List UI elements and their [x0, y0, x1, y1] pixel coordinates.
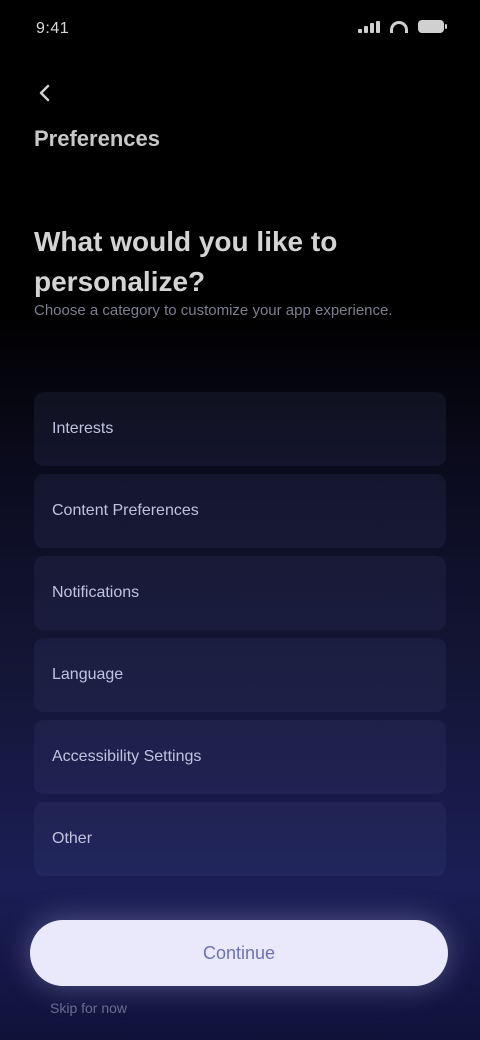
option-notifications[interactable]: Notifications — [34, 556, 446, 630]
subtext: Choose a category to customize your app … — [34, 302, 393, 319]
skip-link[interactable]: Skip for now — [50, 1000, 127, 1016]
status-icons — [358, 20, 447, 33]
option-list: Interests Content Preferences Notificati… — [34, 392, 446, 884]
option-language[interactable]: Language — [34, 638, 446, 712]
option-interests[interactable]: Interests — [34, 392, 446, 466]
chevron-left-icon — [39, 84, 50, 102]
wifi-icon — [390, 20, 408, 33]
cellular-signal-icon — [358, 20, 380, 33]
status-bar: 9:41 — [0, 0, 480, 60]
status-time: 9:41 — [36, 20, 70, 37]
option-accessibility[interactable]: Accessibility Settings — [34, 720, 446, 794]
back-button[interactable] — [30, 78, 60, 108]
page-title: Preferences — [34, 126, 160, 151]
battery-icon — [418, 20, 447, 33]
option-content-preferences[interactable]: Content Preferences — [34, 474, 446, 548]
headline: What would you like to personalize? — [34, 226, 338, 297]
continue-button[interactable]: Continue — [30, 920, 448, 986]
option-other[interactable]: Other — [34, 802, 446, 876]
